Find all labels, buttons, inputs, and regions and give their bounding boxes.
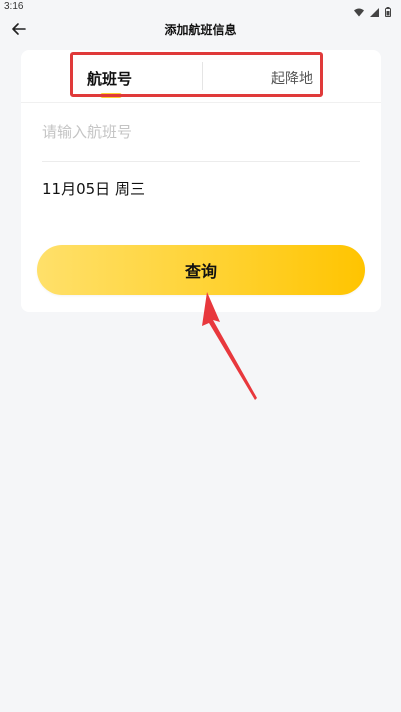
- flight-search-card: 航班号 起降地 11月05日 周三 查询: [21, 50, 381, 312]
- highlight-box: [70, 52, 323, 97]
- flight-number-input[interactable]: [42, 112, 360, 152]
- status-time: 3:16: [4, 1, 24, 12]
- query-button[interactable]: 查询: [37, 245, 365, 295]
- date-selector[interactable]: 11月05日 周三: [42, 178, 145, 199]
- page-title: 添加航班信息: [164, 23, 237, 37]
- tabs-divider: [21, 102, 381, 103]
- app-bar: 添加航班信息: [0, 16, 401, 42]
- input-underline: [42, 161, 360, 162]
- tab-bar: 航班号 起降地: [21, 50, 381, 102]
- status-bar: 3:16: [0, 0, 401, 17]
